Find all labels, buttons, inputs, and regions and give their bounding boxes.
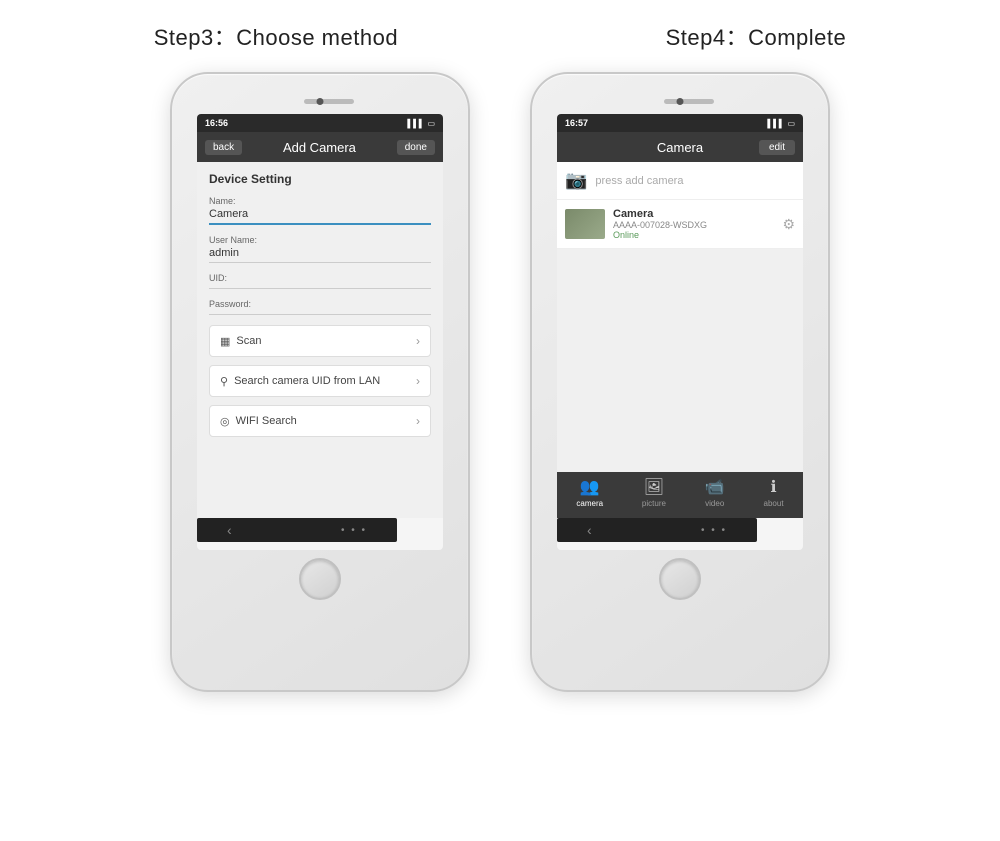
phone1-home-bar: ‹ • • •: [197, 518, 397, 542]
step3-title: Step3：Choose method: [154, 20, 398, 52]
scan-button[interactable]: ▦ Scan ›: [209, 325, 431, 357]
search-lan-left: ⚲ Search camera UID from LAN: [220, 375, 380, 388]
scan-label: Scan: [236, 335, 261, 347]
phone1-back-button[interactable]: back: [205, 140, 242, 155]
scan-chevron: ›: [416, 334, 420, 348]
field-name-value[interactable]: Camera: [209, 208, 431, 225]
phone2-nav-bar: Camera edit: [557, 132, 803, 162]
phone2-empty-space: [557, 249, 803, 472]
camera-thumbnail: [565, 209, 605, 239]
phone2-home-bar: ‹ • • •: [557, 518, 757, 542]
search-lan-button[interactable]: ⚲ Search camera UID from LAN ›: [209, 365, 431, 397]
tab-picture-icon: 🖼: [644, 477, 664, 497]
tab-camera-label: camera: [576, 499, 603, 508]
field-uid: UID:: [209, 273, 431, 289]
phone1-nav-title: Add Camera: [242, 140, 397, 155]
phone2-edit-button[interactable]: edit: [759, 140, 795, 155]
phone1-content: Device Setting Name: Camera User Name: a…: [197, 162, 443, 518]
phones-container: 16:56 ▌▌▌ ▭ back Add Camera done Device …: [170, 72, 830, 692]
field-name-label: Name:: [209, 196, 431, 206]
tab-camera-icon: 👥: [580, 477, 600, 497]
field-username-value[interactable]: admin: [209, 247, 431, 263]
phone2-tab-bar: 👥 camera 🖼 picture 📹 video ℹ about: [557, 472, 803, 518]
tab-video[interactable]: 📹 video: [705, 477, 725, 515]
tab-picture[interactable]: 🖼 picture: [642, 477, 666, 515]
phone2-status-bar: 16:57 ▌▌▌ ▭: [557, 114, 803, 132]
camera-list-item[interactable]: Camera AAAA-007028-WSDXG Online ⚙: [557, 200, 803, 249]
phone2-dots-nav[interactable]: • • •: [701, 525, 727, 536]
wifi-search-left: ◎ WIFI Search: [220, 415, 297, 428]
add-camera-text: press add camera: [595, 175, 683, 187]
phone1-screen: 16:56 ▌▌▌ ▭ back Add Camera done Device …: [197, 114, 443, 550]
phone2-nav-title: Camera: [601, 140, 759, 155]
tab-picture-label: picture: [642, 499, 666, 508]
add-camera-icon: 📷: [565, 170, 587, 191]
field-name: Name: Camera: [209, 196, 431, 225]
methods-container: ▦ Scan › ⚲ Search camera UID from LAN ›: [209, 325, 431, 437]
wifi-icon: ◎: [220, 415, 230, 428]
tab-video-label: video: [705, 499, 724, 508]
phone1: 16:56 ▌▌▌ ▭ back Add Camera done Device …: [170, 72, 470, 692]
camera-info: Camera AAAA-007028-WSDXG Online: [613, 208, 782, 240]
scan-icon: ▦: [220, 335, 230, 348]
phone2-camera-dot: [677, 98, 684, 105]
search-lan-label: Search camera UID from LAN: [234, 375, 380, 387]
tab-camera[interactable]: 👥 camera: [576, 477, 603, 515]
field-username-label: User Name:: [209, 235, 431, 245]
camera-status: Online: [613, 230, 782, 240]
step4-title: Step4：Complete: [666, 20, 847, 52]
field-uid-label: UID:: [209, 273, 431, 283]
phone1-bottom: [299, 558, 341, 600]
camera-settings-icon[interactable]: ⚙: [782, 216, 795, 233]
add-camera-row[interactable]: 📷 press add camera: [557, 162, 803, 200]
wifi-search-button[interactable]: ◎ WIFI Search ›: [209, 405, 431, 437]
tab-about-icon: ℹ: [770, 477, 776, 497]
phone1-speaker: [304, 99, 354, 104]
tab-about-label: about: [764, 499, 784, 508]
phone1-camera-dot: [317, 98, 324, 105]
camera-name: Camera: [613, 208, 782, 220]
phone1-dots-nav[interactable]: • • •: [341, 525, 367, 536]
phone1-status-bar: 16:56 ▌▌▌ ▭: [197, 114, 443, 132]
phone1-battery-icon: ▭: [427, 119, 435, 128]
scan-button-left: ▦ Scan: [220, 335, 261, 348]
phone2: 16:57 ▌▌▌ ▭ Camera edit 📷 press add came…: [530, 72, 830, 692]
phone2-bottom: [659, 558, 701, 600]
page-header: Step3：Choose method Step4：Complete: [20, 20, 980, 52]
phone1-signal-icon: ▌▌▌: [407, 119, 424, 128]
device-setting-title: Device Setting: [209, 172, 431, 186]
phone2-top-area: [544, 92, 816, 110]
field-password: Password:: [209, 299, 431, 315]
phone1-home-button[interactable]: [299, 558, 341, 600]
search-lan-chevron: ›: [416, 374, 420, 388]
tab-about[interactable]: ℹ about: [764, 477, 784, 515]
phone1-done-button[interactable]: done: [397, 140, 435, 155]
wifi-search-label: WIFI Search: [236, 415, 297, 427]
phone1-nav-bar: back Add Camera done: [197, 132, 443, 162]
phone1-top-area: [184, 92, 456, 110]
wifi-search-chevron: ›: [416, 414, 420, 428]
phone2-status-icons: ▌▌▌ ▭: [767, 119, 795, 128]
camera-uid: AAAA-007028-WSDXG: [613, 220, 782, 230]
phone2-screen: 16:57 ▌▌▌ ▭ Camera edit 📷 press add came…: [557, 114, 803, 550]
field-password-value[interactable]: [209, 311, 431, 315]
phone2-speaker: [664, 99, 714, 104]
phone1-status-icons: ▌▌▌ ▭: [407, 119, 435, 128]
phone1-time: 16:56: [205, 118, 228, 128]
camera-thumb-image: [565, 209, 605, 239]
tab-video-icon: 📹: [705, 477, 725, 497]
field-uid-value[interactable]: [209, 285, 431, 289]
field-password-label: Password:: [209, 299, 431, 309]
search-icon: ⚲: [220, 375, 228, 388]
phone2-home-button[interactable]: [659, 558, 701, 600]
phone1-back-nav[interactable]: ‹: [227, 522, 232, 538]
phone2-back-nav[interactable]: ‹: [587, 522, 592, 538]
phone2-time: 16:57: [565, 118, 588, 128]
field-username: User Name: admin: [209, 235, 431, 263]
phone2-signal-icon: ▌▌▌: [767, 119, 784, 128]
phone2-battery-icon: ▭: [787, 119, 795, 128]
